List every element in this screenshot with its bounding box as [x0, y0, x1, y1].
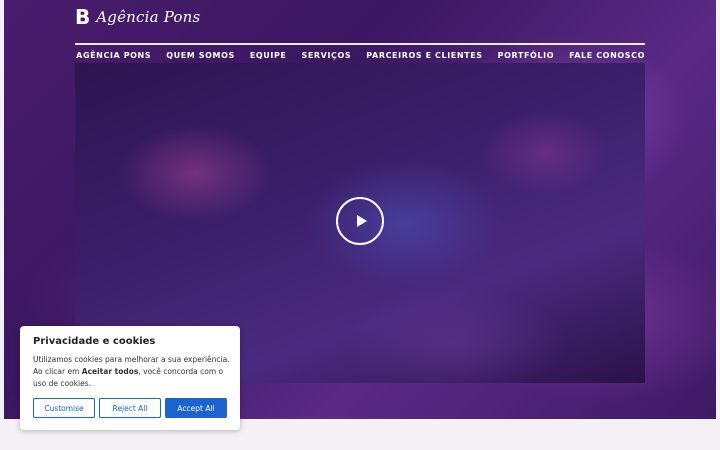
customise-button[interactable]: Customise	[33, 398, 95, 418]
nav-item-portfolio[interactable]: PORTFÓLIO	[498, 50, 554, 62]
main-nav: AGÊNCIA PONS QUEM SOMOS EQUIPE SERVIÇOS …	[76, 50, 645, 62]
cookie-text: Utilizamos cookies para melhorar a sua e…	[33, 354, 233, 390]
accept-all-button[interactable]: Accept All	[165, 398, 227, 418]
cookie-banner: Privacidade e cookies Utilizamos cookies…	[20, 326, 240, 430]
nav-item-servicos[interactable]: SERVIÇOS	[302, 50, 352, 62]
reject-all-button[interactable]: Reject All	[99, 398, 161, 418]
header-divider	[75, 43, 645, 45]
cookie-buttons: Customise Reject All Accept All	[33, 398, 227, 418]
brand-logo[interactable]: B Agência Pons	[75, 7, 200, 27]
nav-item-quem-somos[interactable]: QUEM SOMOS	[166, 50, 235, 62]
play-icon	[356, 215, 367, 227]
cookie-title: Privacidade e cookies	[33, 336, 156, 347]
nav-item-parceiros-clientes[interactable]: PARCEIROS E CLIENTES	[366, 50, 482, 62]
cookie-text-bold: Aceitar todos	[81, 367, 139, 376]
nav-item-agencia-pons[interactable]: AGÊNCIA PONS	[76, 50, 151, 62]
nav-item-fale-conosco[interactable]: FALE CONOSCO	[569, 50, 645, 62]
play-button[interactable]	[336, 197, 384, 245]
logo-mark: B	[75, 5, 91, 29]
logo-text: Agência Pons	[96, 8, 201, 26]
nav-item-equipe[interactable]: EQUIPE	[250, 50, 287, 62]
